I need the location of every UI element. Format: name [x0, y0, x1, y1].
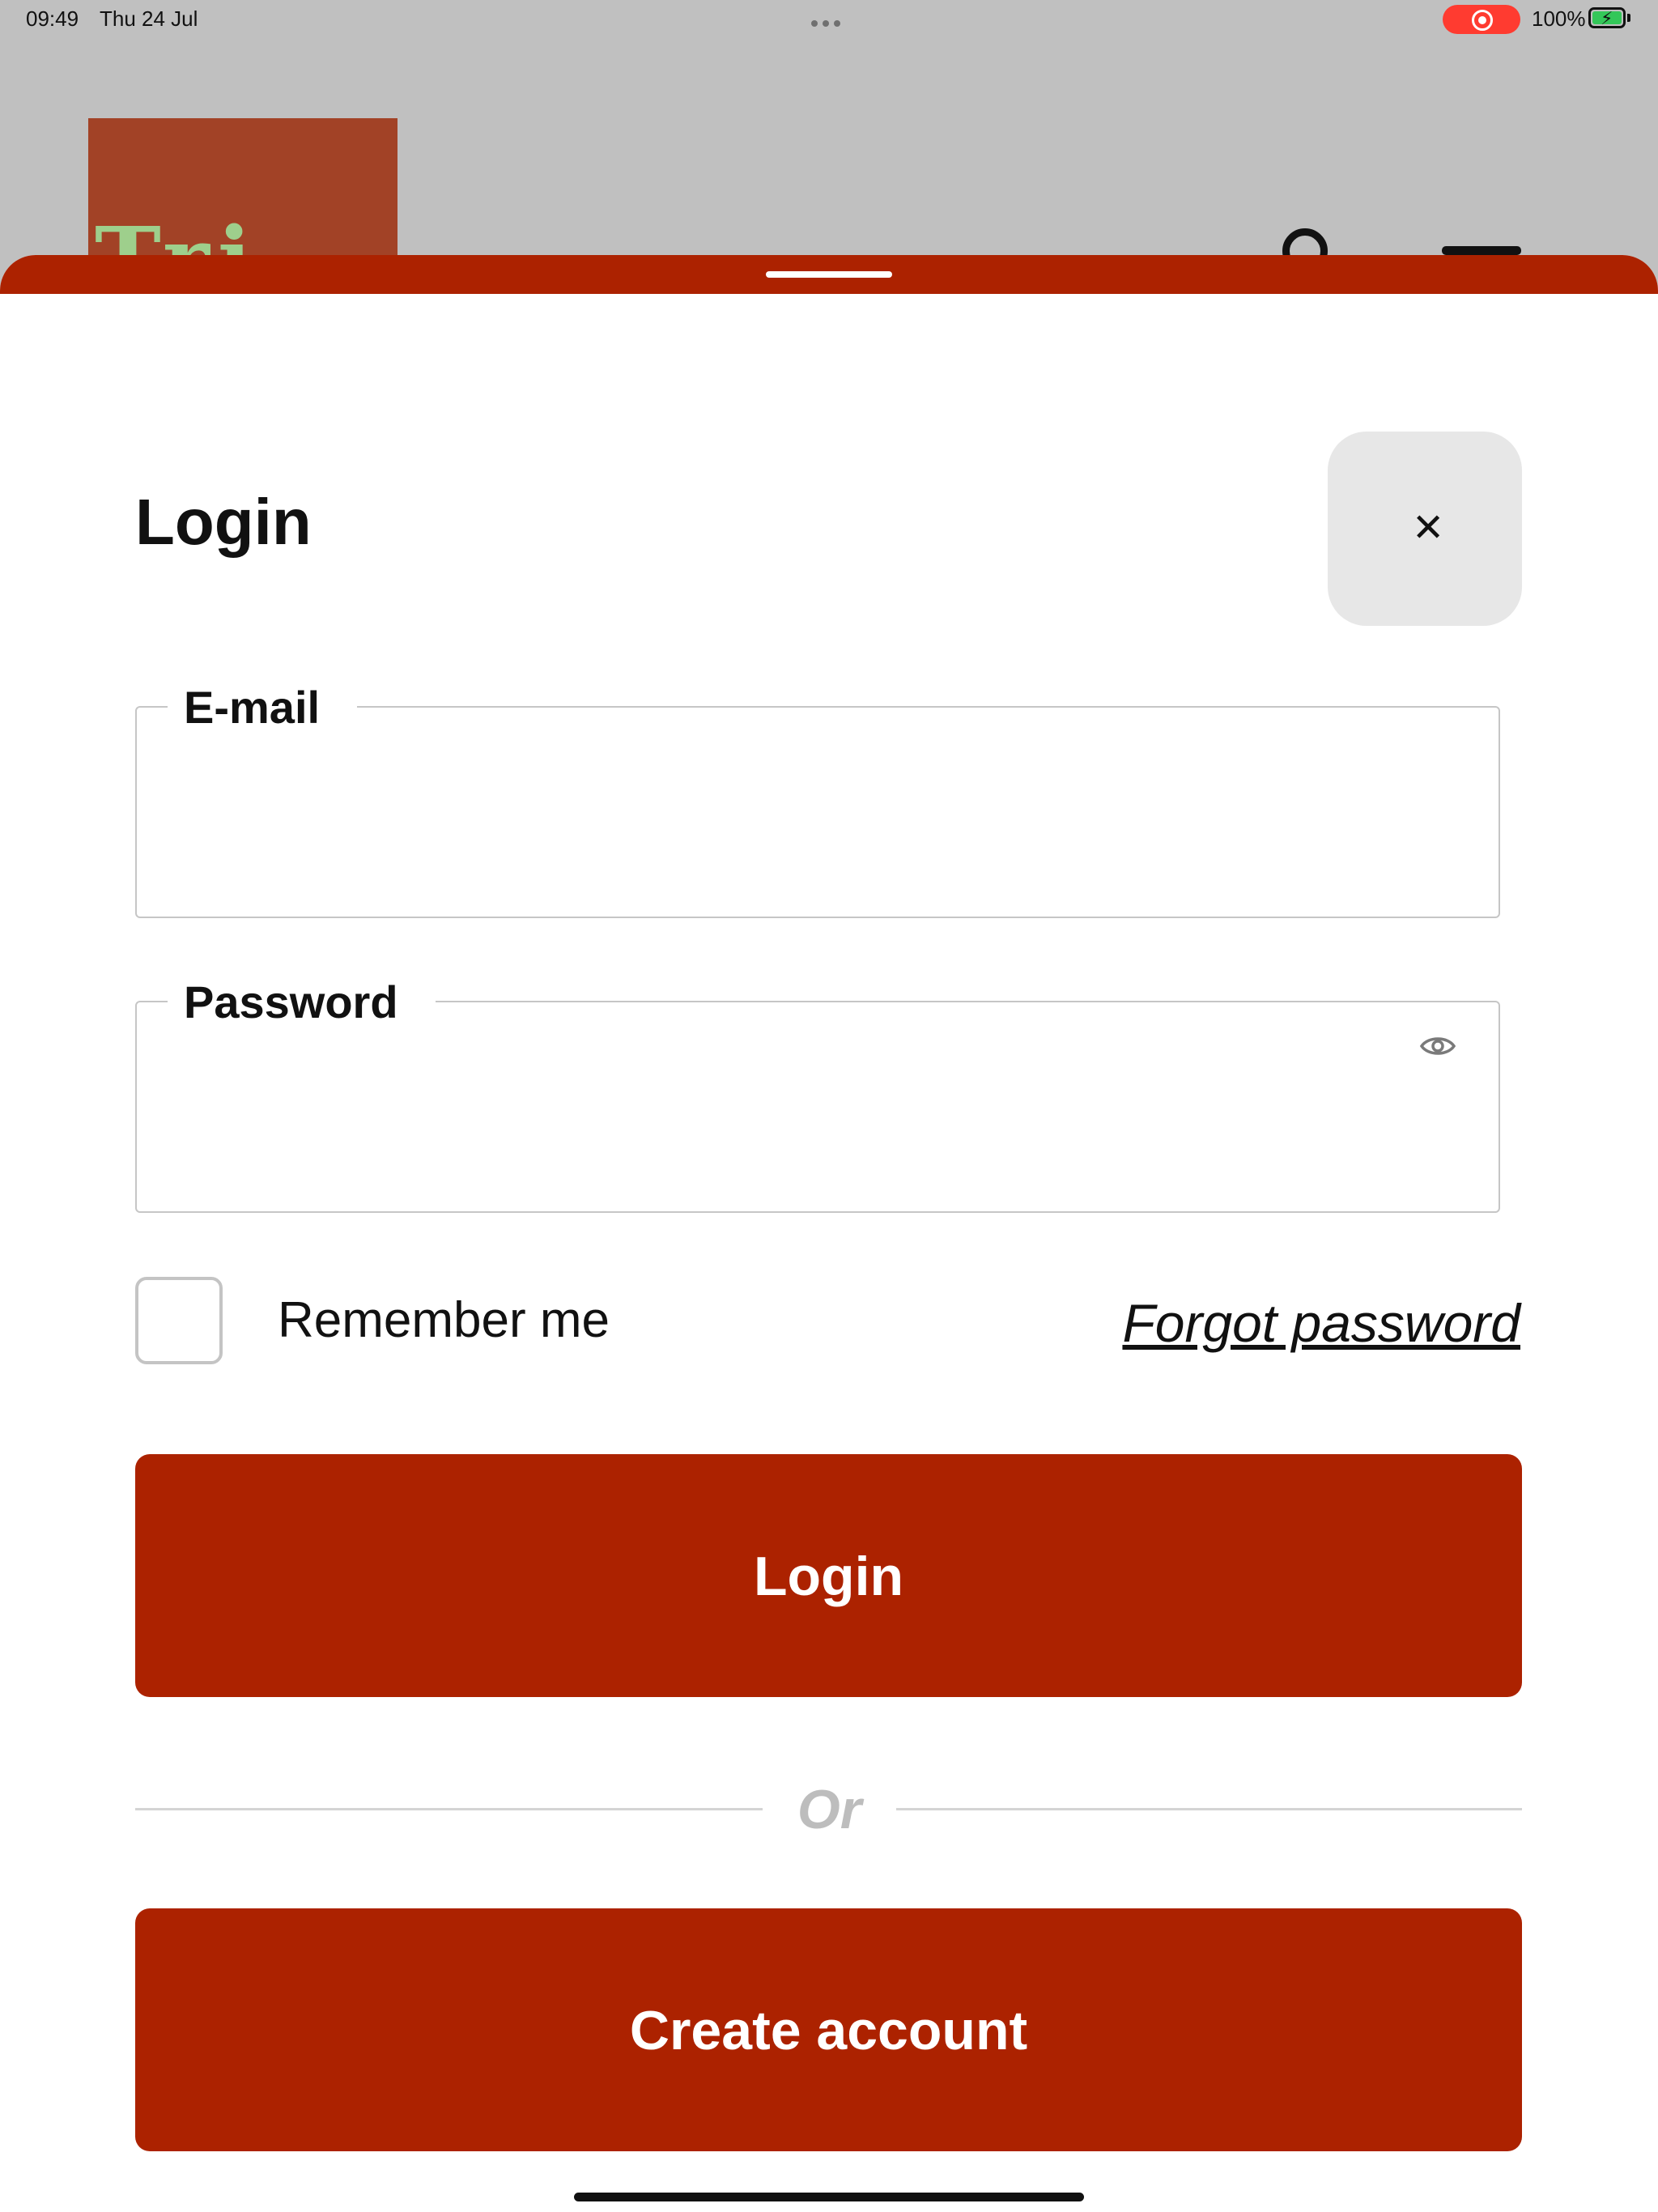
- divider-line-left: [135, 1808, 763, 1810]
- status-time: 09:49: [26, 6, 79, 31]
- login-sheet: Login ✕ E-mail Password Remember me Forg…: [0, 255, 1658, 2212]
- email-field[interactable]: E-mail: [135, 680, 1500, 918]
- divider-or-text: Or: [797, 1779, 862, 1840]
- password-label: Password: [168, 975, 436, 1030]
- battery-icon: ⚡: [1588, 7, 1626, 28]
- password-input[interactable]: [168, 1067, 1385, 1166]
- login-title: Login: [135, 486, 312, 558]
- multitasking-dots-icon[interactable]: [811, 16, 847, 27]
- email-input[interactable]: [168, 772, 1385, 871]
- status-date: Thu 24 Jul: [100, 6, 198, 31]
- home-indicator[interactable]: [574, 2193, 1084, 2201]
- remember-me-label[interactable]: Remember me: [278, 1291, 610, 1350]
- password-field[interactable]: Password: [135, 975, 1500, 1213]
- menu-icon[interactable]: [1442, 246, 1521, 255]
- battery-tip: [1627, 14, 1630, 22]
- close-icon: ✕: [1412, 507, 1445, 550]
- site-logo[interactable]: Tri: [88, 118, 397, 264]
- eye-icon[interactable]: [1418, 1027, 1457, 1066]
- battery-percentage: 100%: [1532, 6, 1586, 31]
- sheet-grabber-handle[interactable]: [766, 271, 892, 278]
- forgot-password-link[interactable]: Forgot password: [1122, 1294, 1520, 1352]
- email-label: E-mail: [168, 680, 358, 735]
- divider-line-right: [896, 1808, 1522, 1810]
- remember-me-checkbox[interactable]: [135, 1277, 223, 1364]
- screen-recording-icon[interactable]: [1443, 5, 1520, 34]
- status-bar: 09:49 Thu 24 Jul 100% ⚡: [0, 0, 1658, 39]
- close-button[interactable]: ✕: [1328, 432, 1522, 626]
- login-button[interactable]: Login: [135, 1454, 1522, 1697]
- create-account-button[interactable]: Create account: [135, 1908, 1522, 2151]
